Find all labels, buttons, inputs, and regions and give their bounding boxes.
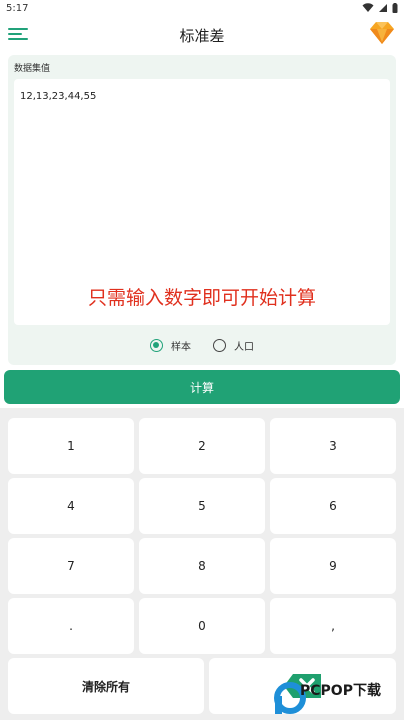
key-7[interactable]: 7 bbox=[8, 538, 134, 594]
status-time: 5:17 bbox=[6, 2, 29, 14]
menu-icon bbox=[8, 28, 28, 30]
radio-population[interactable]: 人口 bbox=[213, 338, 254, 353]
radio-population-indicator bbox=[213, 339, 226, 352]
key-6[interactable]: 6 bbox=[270, 478, 396, 534]
vip-button[interactable] bbox=[368, 21, 396, 45]
key-comma[interactable]: , bbox=[270, 598, 396, 654]
signal-icon bbox=[379, 4, 387, 12]
dataset-panel: 数据集值 12,13,23,44,55 只需输入数字即可开始计算 样本 人口 bbox=[8, 55, 396, 365]
dataset-label: 数据集值 bbox=[14, 64, 51, 74]
key-0[interactable]: 0 bbox=[139, 598, 265, 654]
dataset-input-value: 12,13,23,44,55 bbox=[20, 91, 97, 102]
key-2[interactable]: 2 bbox=[139, 418, 265, 474]
diamond-icon bbox=[370, 22, 394, 44]
radio-population-label: 人口 bbox=[234, 342, 254, 353]
key-dot[interactable]: . bbox=[8, 598, 134, 654]
clear-all-button[interactable]: 清除所有 bbox=[8, 658, 204, 714]
radio-sample-label: 样本 bbox=[171, 342, 191, 353]
calculate-button[interactable]: 计算 bbox=[4, 370, 400, 404]
menu-button[interactable] bbox=[8, 25, 28, 43]
key-1[interactable]: 1 bbox=[8, 418, 134, 474]
battery-icon bbox=[392, 3, 398, 13]
status-bar: 5:17 bbox=[0, 0, 404, 16]
watermark-text: PCPOP下载 bbox=[300, 683, 381, 699]
key-3[interactable]: 3 bbox=[270, 418, 396, 474]
radio-sample[interactable]: 样本 bbox=[150, 338, 191, 353]
page-title: 标准差 bbox=[179, 26, 225, 45]
key-5[interactable]: 5 bbox=[139, 478, 265, 534]
key-8[interactable]: 8 bbox=[139, 538, 265, 594]
wifi-icon bbox=[362, 3, 374, 12]
key-9[interactable]: 9 bbox=[270, 538, 396, 594]
app-bar: 标准差 bbox=[0, 16, 404, 54]
watermark: PCPOP下载 bbox=[270, 674, 400, 718]
hint-caption: 只需输入数字即可开始计算 bbox=[87, 287, 316, 309]
mode-radio-group: 样本 人口 bbox=[8, 338, 396, 353]
status-icons bbox=[362, 3, 398, 13]
keypad: 1 2 3 4 5 6 7 8 9 . 0 , 清除所有 PCPOP下载 bbox=[0, 408, 404, 720]
key-4[interactable]: 4 bbox=[8, 478, 134, 534]
dataset-input[interactable]: 12,13,23,44,55 只需输入数字即可开始计算 bbox=[14, 79, 390, 325]
radio-sample-indicator bbox=[150, 339, 163, 352]
